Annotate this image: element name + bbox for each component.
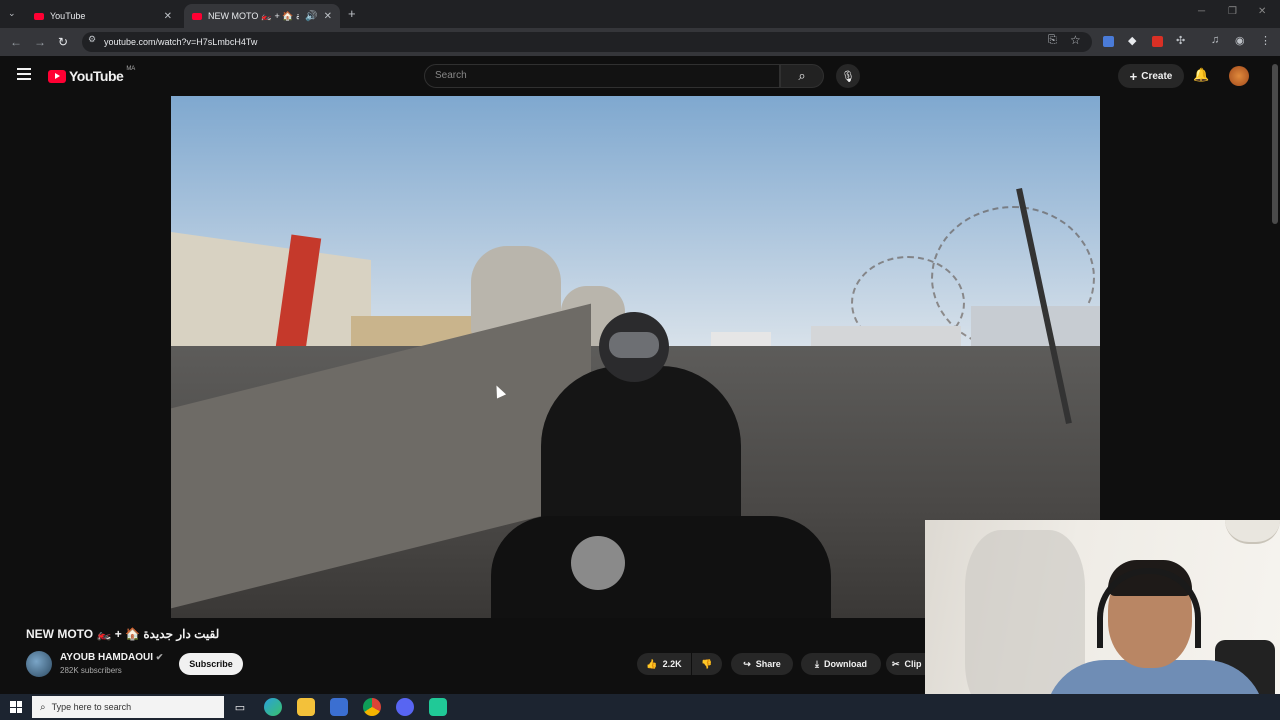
extensions-puzzle-icon[interactable]: ✣: [1176, 34, 1185, 47]
download-button[interactable]: ⤓ Download: [801, 653, 881, 675]
url-text[interactable]: youtube.com/watch?v=H7sLmbcH4Tw: [104, 34, 257, 50]
youtube-logo[interactable]: YouTube MA: [48, 66, 136, 84]
voice-search-button[interactable]: 🎙: [836, 64, 860, 88]
hamburger-menu-icon[interactable]: [17, 68, 31, 80]
youtube-favicon-icon: [192, 12, 202, 20]
site-info-icon[interactable]: ⚙: [88, 34, 96, 45]
close-window-icon[interactable]: ✕: [1258, 6, 1266, 17]
create-label: Create: [1141, 70, 1173, 82]
ceiling-lamp: [1225, 520, 1280, 544]
back-icon[interactable]: ←: [10, 28, 22, 56]
download-label: Download: [823, 659, 867, 669]
profile-icon[interactable]: ◉: [1235, 34, 1245, 47]
bookmark-star-icon[interactable]: ☆: [1070, 33, 1081, 47]
helmet-visor: [609, 332, 659, 358]
restore-icon[interactable]: ❐: [1228, 6, 1237, 17]
subscriber-count: 282K subscribers: [60, 666, 122, 675]
video-title: NEW MOTO 🏍️ + 🏠 لقيت دار جديدة: [26, 627, 220, 641]
new-tab-button[interactable]: +: [348, 6, 356, 21]
app-icon[interactable]: [429, 698, 447, 716]
close-tab-icon[interactable]: ✕: [164, 11, 172, 22]
forward-icon[interactable]: →: [34, 28, 46, 56]
extension-diamond-icon[interactable]: ◆: [1128, 34, 1136, 47]
search-button[interactable]: ⌕: [780, 64, 824, 88]
webcam-overlay: [925, 520, 1280, 720]
notifications-bell-icon[interactable]: 🔔: [1193, 67, 1209, 83]
taskbar-search-placeholder: Type here to search: [51, 702, 132, 712]
edge-icon[interactable]: [264, 698, 282, 716]
task-view-icon[interactable]: ▭: [231, 698, 249, 716]
tab-video[interactable]: NEW MOTO 🏍️ + 🏠 لقيت دار جديدة 🔊 ✕: [184, 4, 340, 28]
microphone-icon: 🎙: [841, 70, 855, 83]
minimize-icon[interactable]: ─: [1198, 6, 1205, 17]
motorcycle: [491, 516, 831, 618]
tab-youtube[interactable]: YouTube ✕: [26, 4, 180, 28]
search-placeholder: Search: [435, 70, 467, 81]
speaker-icon[interactable]: 🔊: [305, 11, 317, 22]
reload-icon[interactable]: ↻: [58, 28, 68, 56]
plus-icon: +: [1129, 68, 1138, 84]
dislike-button[interactable]: 👎: [692, 653, 722, 675]
share-label: Share: [755, 659, 781, 669]
tab-title: YouTube: [50, 11, 86, 21]
discord-icon[interactable]: [396, 698, 414, 716]
thumbs-up-icon: 👍: [646, 658, 658, 669]
search-icon: ⌕: [798, 68, 806, 83]
youtube-favicon-icon: [34, 12, 44, 20]
browser-menu-icon[interactable]: ⋮: [1260, 34, 1271, 47]
share-button[interactable]: ↪ Share: [731, 653, 793, 675]
clip-label: Clip: [904, 659, 922, 669]
chrome-icon[interactable]: [363, 698, 381, 716]
subscribe-button[interactable]: Subscribe: [179, 653, 243, 675]
tab-title: NEW MOTO 🏍️ + 🏠 لقيت دار جديدة: [208, 10, 300, 21]
channel-name-text: AYOUB HAMDAOUI: [60, 652, 153, 663]
country-code: MA: [126, 66, 136, 72]
like-button[interactable]: 👍 2.2K: [637, 653, 691, 675]
windows-start-icon[interactable]: [10, 701, 22, 713]
account-avatar[interactable]: [1229, 66, 1249, 86]
search-icon: ⌕: [40, 701, 46, 713]
youtube-logo-text: YouTube: [69, 68, 124, 84]
tab-list-chevron-icon[interactable]: ⌄: [8, 8, 16, 19]
store-icon[interactable]: [330, 698, 348, 716]
download-icon: ⤓: [815, 658, 819, 669]
search-input[interactable]: Search: [424, 64, 780, 88]
translate-extension-icon[interactable]: [1103, 36, 1114, 47]
page-scrollbar[interactable]: [1272, 64, 1278, 224]
extension-red-icon[interactable]: [1152, 36, 1163, 47]
create-button[interactable]: + Create: [1118, 64, 1184, 88]
like-count: 2.2K: [662, 659, 682, 669]
file-explorer-icon[interactable]: [297, 698, 315, 716]
share-icon: ↪: [743, 658, 751, 669]
install-app-icon[interactable]: ⎘: [1048, 34, 1057, 47]
close-tab-icon[interactable]: ✕: [324, 11, 332, 22]
channel-name[interactable]: AYOUB HAMDAOUI ✔: [60, 652, 163, 663]
verified-badge-icon: ✔: [155, 652, 164, 662]
media-control-icon[interactable]: ♫: [1211, 34, 1219, 46]
scissors-icon: ✂: [892, 658, 900, 669]
taskbar-search-input[interactable]: ⌕ Type here to search: [32, 696, 224, 718]
fuel-cap: [571, 536, 625, 590]
youtube-play-logo-icon: [48, 69, 66, 83]
channel-avatar[interactable]: [26, 651, 52, 677]
thumbs-down-icon: 👎: [701, 658, 713, 669]
